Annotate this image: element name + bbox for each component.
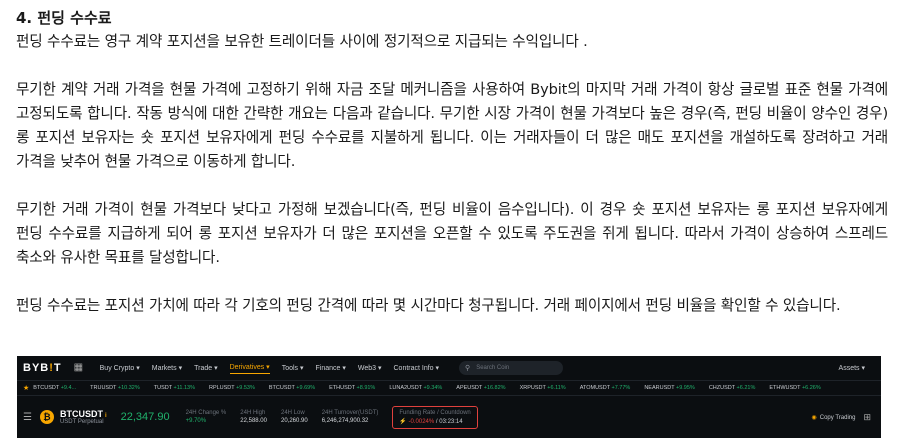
stat-24h-low: 24H Low 20,260.90 bbox=[280, 410, 308, 424]
nav-buy-crypto: Buy Crypto ▾ bbox=[99, 365, 140, 372]
search-icon: ⚲ bbox=[465, 365, 471, 372]
stat-24h-turnover: 24H Turnover(USDT) 6,246,274,900.32 bbox=[321, 410, 379, 424]
paragraph-charging: 펀딩 수수료는 포지션 가치에 따라 각 기호의 펀딩 간격에 따라 몇 시간마… bbox=[16, 297, 841, 314]
screenshot-navbar: BYB!T ▦ Buy Crypto ▾ Markets ▾ Trade ▾ D… bbox=[17, 356, 881, 380]
section-heading: 4. 펀딩 수수료 bbox=[16, 9, 112, 27]
article-section: 4. 펀딩 수수료 펀딩 수수료는 영구 계약 포지션을 보유한 트레이더들 사… bbox=[16, 6, 888, 318]
ticker-item: TUSDT +11.13% bbox=[153, 385, 195, 391]
stat-24h-change: 24H Change % +9.70% bbox=[185, 410, 227, 424]
pair-name: BTCUSDT i USDT Perpetual bbox=[59, 409, 107, 425]
paragraph-intro: 펀딩 수수료는 영구 계약 포지션을 보유한 트레이더들 사이에 정기적으로 지… bbox=[16, 33, 588, 50]
bybit-trading-screenshot: BYB!T ▦ Buy Crypto ▾ Markets ▾ Trade ▾ D… bbox=[17, 356, 881, 438]
nav-web3: Web3 ▾ bbox=[357, 365, 382, 372]
copy-trading-link: ◉ Copy Trading bbox=[811, 414, 856, 421]
nav-contract-info: Contract Info ▾ bbox=[393, 365, 440, 372]
guide-book-icon: ⊞ bbox=[863, 411, 871, 422]
ticker-item: CHZUSDT +6.21% bbox=[708, 385, 756, 391]
menu-icon: ☰ bbox=[23, 411, 32, 423]
stat-24h-high: 24H High 22,588.00 bbox=[240, 410, 267, 424]
ticker-item: ATOMUSDT +7.77% bbox=[579, 385, 631, 391]
nav-assets: Assets ▾ bbox=[838, 365, 865, 372]
ticker-item: APEUSDT +16.82% bbox=[456, 385, 506, 391]
star-icon: ★ bbox=[23, 385, 30, 392]
ticker-bar: ★ BTCUSDT +9.4... TRUUSDT +10.32% TUSDT … bbox=[17, 380, 881, 396]
bolt-icon: ⚡ bbox=[399, 418, 407, 425]
nav-markets: Markets ▾ bbox=[151, 365, 183, 372]
nav-derivatives: Derivatives ▾ bbox=[229, 363, 270, 374]
paragraph-negative-rate: 무기한 거래 가격이 현물 가격보다 낮다고 가정해 보겠습니다(즉, 펀딩 비… bbox=[16, 201, 888, 266]
funding-rate-highlight: Funding Rate / Countdown ⚡ -0.0024% / 03… bbox=[392, 405, 478, 429]
ticker-item: BTCUSDT +9.4... bbox=[33, 385, 77, 391]
paragraph-mechanism: 무기한 계약 거래 가격을 현물 가격에 고정하기 위해 자금 조달 메커니즘을… bbox=[16, 81, 888, 170]
search-box: ⚲ Search Coin bbox=[459, 361, 564, 375]
copy-trading-icon: ◉ bbox=[811, 414, 817, 421]
ticker-item: RPLUSDT +9.53% bbox=[208, 385, 255, 391]
bybit-logo: BYB!T bbox=[23, 362, 62, 374]
ticker-item: ETHUSDT +8.91% bbox=[329, 385, 376, 391]
pair-info-row: ☰ ₿ BTCUSDT i USDT Perpetual 22,347.90 24… bbox=[17, 396, 881, 438]
ticker-item: BTCUSDT +9.69% bbox=[268, 385, 316, 391]
ticker-item: LUNA2USDT +9.34% bbox=[389, 385, 443, 391]
ticker-item: NEARUSDT +9.95% bbox=[644, 385, 695, 391]
nav-tools: Tools ▾ bbox=[281, 365, 304, 372]
ticker-item: XRPUSDT +6.11% bbox=[519, 385, 566, 391]
ticker-item: ETHWUSDT +6.26% bbox=[769, 385, 821, 391]
ticker-item: TRUUSDT +10.32% bbox=[90, 385, 140, 391]
nav-trade: Trade ▾ bbox=[194, 365, 218, 372]
last-price: 22,347.90 bbox=[120, 411, 170, 423]
btc-coin-icon: ₿ bbox=[39, 410, 54, 424]
nav-finance: Finance ▾ bbox=[315, 365, 346, 372]
apps-grid-icon: ▦ bbox=[73, 362, 84, 373]
